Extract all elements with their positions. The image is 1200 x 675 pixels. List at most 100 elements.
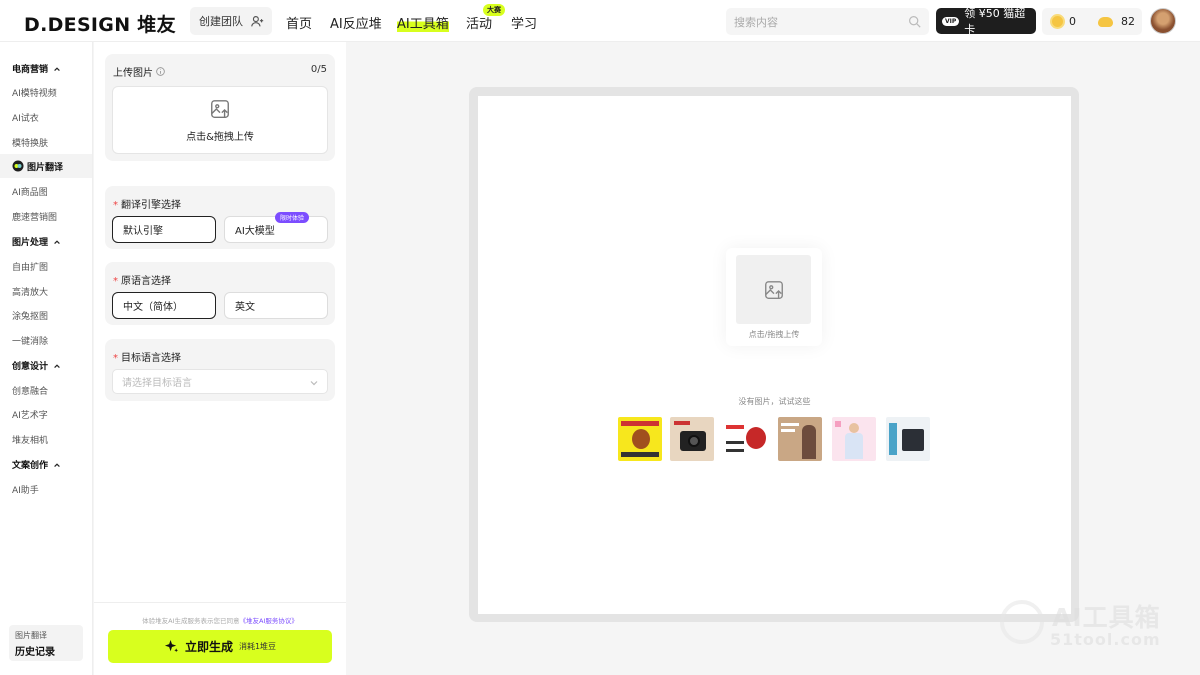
engine-title: * 翻译引擎选择 xyxy=(113,200,181,211)
upload-dropzone[interactable]: 点击&拖拽上传 xyxy=(112,86,328,154)
balance-panel[interactable]: 0 82 xyxy=(1042,8,1142,35)
generate-button[interactable]: 立即生成 消耗1堆豆 xyxy=(108,630,332,663)
sidebar-item-fusion[interactable]: 创意融合 xyxy=(12,384,48,397)
sidebar-item-ai-assistant[interactable]: AI助手 xyxy=(12,483,39,496)
vip-coupon-button[interactable]: VIP 领 ¥50 猫超卡 xyxy=(936,7,1036,36)
sidebar-group-label: 文案创作 xyxy=(12,461,49,471)
source-english-option[interactable]: 英文 xyxy=(224,292,328,319)
create-team-button[interactable]: 创建团队 xyxy=(190,7,272,35)
sidebar-item-ai-tryon[interactable]: AI试衣 xyxy=(12,111,39,124)
bean-icon xyxy=(1098,16,1113,27)
sample-thumbnail[interactable] xyxy=(670,417,714,461)
nav-home[interactable]: 首页 xyxy=(286,13,312,32)
coin-icon xyxy=(1050,14,1065,29)
target-title-text: 目标语言选择 xyxy=(121,353,181,364)
limited-trial-badge: 限时体验 xyxy=(274,212,309,223)
sidebar-group-ecommerce[interactable]: 电商营销 xyxy=(12,62,61,75)
chevron-up-icon xyxy=(54,363,60,368)
watermark: AI工具箱 51tool.com xyxy=(1000,598,1190,658)
nav-learn[interactable]: 学习 xyxy=(511,13,537,32)
search-input[interactable]: 搜索内容 xyxy=(726,8,929,35)
sidebar-item-cutout[interactable]: 涂兔抠图 xyxy=(12,309,48,322)
sample-thumbnail[interactable] xyxy=(724,417,768,461)
canvas-upload-dropzone[interactable]: 点击/拖拽上传 xyxy=(726,248,822,346)
sidebar-item-upscale[interactable]: 高清放大 xyxy=(12,285,48,298)
canvas xyxy=(478,96,1071,614)
sidebar-item-expand[interactable]: 自由扩图 xyxy=(12,260,48,273)
sidebar-item-art-text[interactable]: AI艺术字 xyxy=(12,408,48,421)
upload-hint: 点击&拖拽上传 xyxy=(186,131,254,143)
option-label: AI大模型 xyxy=(235,226,275,237)
target-title: * 目标语言选择 xyxy=(113,353,181,364)
sidebar-item-marketing[interactable]: 鹿速营销图 xyxy=(12,210,57,223)
nav-ai-reactor[interactable]: AI反应堆 xyxy=(330,13,382,32)
watermark-url: 51tool.com xyxy=(1050,630,1161,649)
sidebar-item-label: 图片翻译 xyxy=(27,162,64,173)
logo[interactable]: D.DESIGN 堆友 xyxy=(24,10,176,37)
sample-thumbnail[interactable] xyxy=(832,417,876,461)
coin-count: 0 xyxy=(1069,15,1076,28)
agree-text: 体验堆友AI生成服务表示您已同意 xyxy=(142,617,240,625)
select-placeholder: 请选择目标语言 xyxy=(122,378,192,389)
try-samples-label: 没有图片，试试这些 xyxy=(738,397,811,406)
nav-ai-toolbox[interactable]: AI工具箱 xyxy=(397,13,449,32)
drop-label: 点击/拖拽上传 xyxy=(748,330,800,339)
sample-thumbnail[interactable] xyxy=(778,417,822,461)
sidebar-item-ai-product[interactable]: AI商品图 xyxy=(12,185,48,198)
option-label: 英文 xyxy=(235,302,255,313)
generate-cost: 消耗1堆豆 xyxy=(238,642,277,651)
generate-label: 立即生成 xyxy=(184,640,233,654)
source-chinese-option[interactable]: 中文（简体） xyxy=(112,292,216,319)
settings-panel: 上传图片 0/5 点击&拖拽上传 * 翻译引擎选择 默认引擎 AI大模型 限时体验… xyxy=(94,42,346,675)
translate-icon xyxy=(12,160,24,172)
avatar[interactable] xyxy=(1150,8,1176,34)
engine-card: * 翻译引擎选择 默认引擎 AI大模型 限时体验 xyxy=(105,186,335,249)
vip-tag: VIP xyxy=(942,16,960,26)
search-placeholder: 搜索内容 xyxy=(734,15,778,29)
drop-placeholder xyxy=(736,255,811,324)
watermark-logo-icon xyxy=(1000,600,1044,644)
engine-ai-option[interactable]: AI大模型 限时体验 xyxy=(224,212,328,243)
sidebar-group-creative[interactable]: 创意设计 xyxy=(12,359,61,372)
sidebar-item-model-skin[interactable]: 模特换肤 xyxy=(12,136,48,149)
top-header: D.DESIGN 堆友 创建团队 首页 AI反应堆 AI工具箱 活动 大赛 学习… xyxy=(0,0,1200,42)
bean-count: 82 xyxy=(1121,15,1135,28)
chevron-up-icon xyxy=(54,66,60,71)
watermark-title: AI工具箱 xyxy=(1052,603,1161,632)
upload-count: 0/5 xyxy=(310,64,327,75)
chevron-up-icon xyxy=(54,239,60,244)
upload-image-icon xyxy=(211,99,229,118)
upload-title: 上传图片 xyxy=(113,64,165,79)
history-label: 历史记录 xyxy=(15,647,55,658)
chevron-down-icon xyxy=(310,381,318,386)
vip-label: 领 ¥50 猫超卡 xyxy=(964,7,1026,36)
sidebar: 电商营销 AI模特视频 AI试衣 模特换肤 图片翻译 AI商品图 鹿速营销图 图… xyxy=(0,42,93,675)
source-language-card: * 原语言选择 中文（简体） 英文 xyxy=(105,262,335,325)
sample-thumbnail[interactable] xyxy=(618,417,662,461)
agreement-link[interactable]: 《堆友AI服务协议》 xyxy=(240,617,298,625)
option-label: 中文（简体） xyxy=(123,302,183,313)
contest-badge: 大赛 xyxy=(483,4,505,16)
target-language-card: * 目标语言选择 请选择目标语言 xyxy=(105,339,335,401)
chevron-up-icon xyxy=(54,462,60,467)
agreement-text: 体验堆友AI生成服务表示您已同意《堆友AI服务协议》 xyxy=(94,615,346,625)
sidebar-group-copywriting[interactable]: 文案创作 xyxy=(12,458,61,471)
sidebar-item-ai-model-video[interactable]: AI模特视频 xyxy=(12,86,57,99)
upload-image-icon xyxy=(764,280,783,299)
sidebar-group-label: 电商营销 xyxy=(12,65,49,75)
sample-thumbnail[interactable] xyxy=(886,417,930,461)
engine-default-option[interactable]: 默认引擎 xyxy=(112,216,216,243)
sidebar-item-erase[interactable]: 一键消除 xyxy=(12,334,48,347)
history-button[interactable]: 图片翻译 历史记录 xyxy=(9,625,83,661)
sidebar-item-image-translate[interactable]: 图片翻译 xyxy=(0,154,92,178)
info-icon[interactable] xyxy=(156,67,165,76)
target-language-select[interactable]: 请选择目标语言 xyxy=(112,369,328,394)
upload-card: 上传图片 0/5 点击&拖拽上传 xyxy=(105,54,335,161)
sidebar-item-camera[interactable]: 堆友相机 xyxy=(12,433,48,446)
engine-title-text: 翻译引擎选择 xyxy=(121,200,181,211)
sidebar-group-image[interactable]: 图片处理 xyxy=(12,235,61,248)
footer-divider xyxy=(94,602,346,603)
source-title: * 原语言选择 xyxy=(113,276,171,287)
option-label: 默认引擎 xyxy=(123,226,163,237)
search-icon[interactable] xyxy=(908,15,921,28)
